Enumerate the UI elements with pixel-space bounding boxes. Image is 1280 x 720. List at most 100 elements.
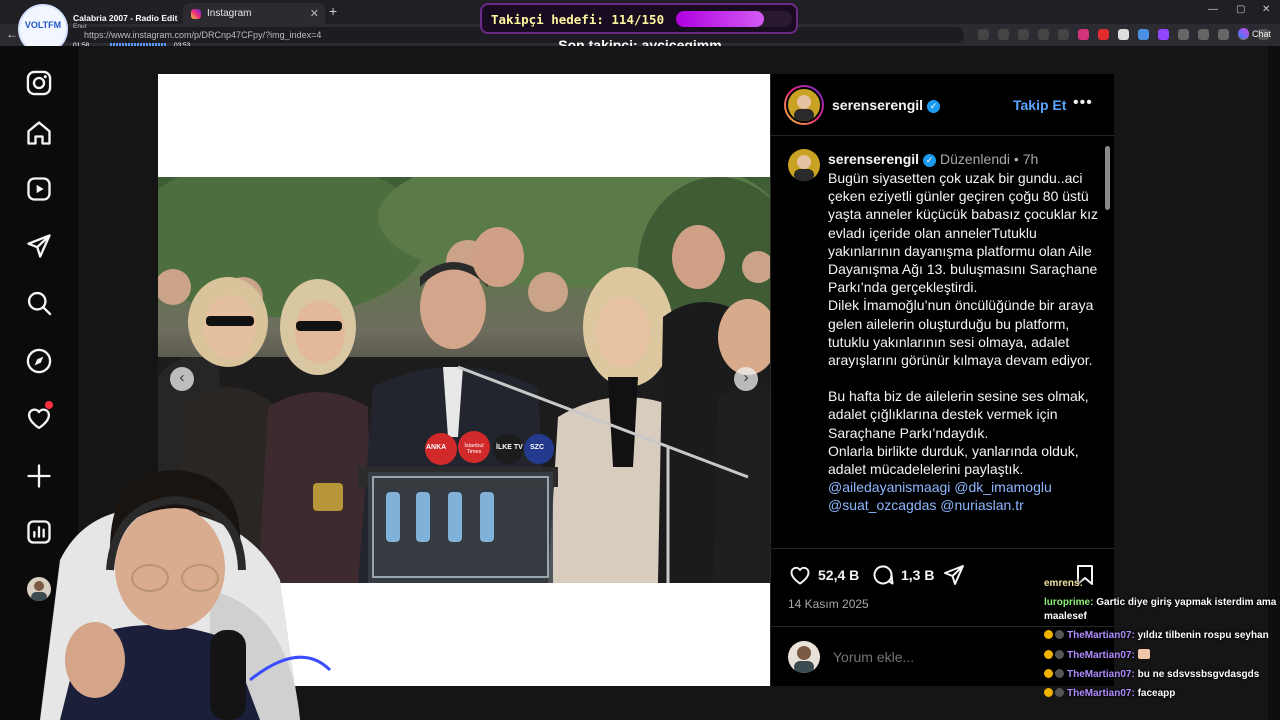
explore-compass-icon[interactable] <box>25 347 53 375</box>
caption-username[interactable]: serenserengil <box>828 151 919 167</box>
mic-label-ilke-tv: İLKE TV <box>496 444 523 451</box>
zoom-icon[interactable] <box>998 29 1009 40</box>
play-extension-icon[interactable] <box>1118 29 1129 40</box>
viewer-avatar <box>788 641 820 673</box>
reels-icon[interactable] <box>25 175 53 203</box>
comment-button[interactable]: 1,3 B <box>871 563 934 587</box>
caption-mentions[interactable]: @ailedayanismaagi @dk_imamoglu @suat_ozc… <box>828 478 1100 514</box>
chat-username: TheMartian07 <box>1067 688 1132 700</box>
song-artist: Enur <box>73 23 87 30</box>
recorder-extension-icon[interactable] <box>1098 29 1109 40</box>
caption-section: serenserengil ✓ Düzenlendi • 7h Bugün siy… <box>771 136 1114 546</box>
verified-badge-icon: ✓ <box>927 100 941 113</box>
tab-instagram[interactable]: Instagram ✕ <box>183 3 325 24</box>
minimize-icon[interactable]: — <box>1208 4 1218 15</box>
author-avatar[interactable] <box>784 85 824 125</box>
chat-username: TheMartian07 <box>1067 669 1132 681</box>
chat-colon: : <box>1079 578 1083 589</box>
notifications-button[interactable] <box>25 401 53 432</box>
home-icon[interactable] <box>25 119 53 147</box>
caption-paragraph-3: Bu hafta biz de ailelerin sesine ses olm… <box>828 388 1089 441</box>
close-tab-icon[interactable]: ✕ <box>310 7 319 20</box>
caption-author-avatar[interactable] <box>788 149 820 181</box>
bookmark-star-icon[interactable] <box>1038 29 1049 40</box>
post-date: 14 Kasım 2025 <box>788 597 869 611</box>
follow-button[interactable]: Takip Et <box>1013 97 1066 113</box>
caption-scroll-thumb[interactable] <box>1105 146 1110 210</box>
chat-message: TheMartian07: <box>1044 646 1280 665</box>
mic-label-szc: SZC <box>530 444 544 451</box>
caption-paragraph-1: Bugün siyasetten çok uzak bir gundu..aci… <box>828 170 1099 296</box>
streamer-webcam <box>0 440 352 720</box>
comment-count: 1,3 B <box>901 567 935 583</box>
post-header: serenserengil ✓ Takip Et ••• <box>771 74 1114 136</box>
refresh-icon[interactable] <box>1058 29 1069 40</box>
close-window-icon[interactable]: ✕ <box>1262 4 1270 15</box>
edited-label: Düzenlendi <box>939 151 1011 167</box>
extension-toolbar <box>978 29 1269 40</box>
chevron-right-icon: › <box>743 369 749 386</box>
chat-username: TheMartian07 <box>1067 649 1132 661</box>
shield-extension-icon[interactable] <box>1078 29 1089 40</box>
next-image-button[interactable]: › <box>734 367 758 391</box>
puzzle-extension-icon[interactable] <box>1178 29 1189 40</box>
stream-chat: emrens: luroprime: Gartic diye giriş yap… <box>1044 574 1280 720</box>
caption-spacer <box>828 369 1100 387</box>
follower-goal-label: Takipçi hedefi: 114/150 <box>491 12 665 27</box>
chat-colon: : <box>1131 688 1135 700</box>
more-options-icon[interactable]: ••• <box>1073 94 1093 112</box>
mic-label-istanbul-times: İstanbul Times <box>464 443 484 455</box>
subscriber-badge-icon <box>1044 669 1053 679</box>
mic-label-anka: ANKA <box>426 444 447 451</box>
chat-button-label: Chat <box>1252 28 1272 39</box>
chat-colon: : <box>1131 630 1135 642</box>
chat-message: TheMartian07: faceapp <box>1044 684 1280 703</box>
maximize-icon[interactable]: ▢ <box>1236 4 1245 15</box>
instagram-logo-icon[interactable] <box>25 69 53 97</box>
author-username[interactable]: serenserengil ✓ <box>832 97 941 113</box>
radio-logo-text: VOLTFM <box>24 20 62 30</box>
caption-verified-badge-icon: ✓ <box>923 154 937 167</box>
twitch-extension-icon[interactable] <box>1158 29 1169 40</box>
chat-badge-icon <box>1055 649 1064 659</box>
chat-badge-icon <box>1055 669 1064 679</box>
chat-message: emrens: <box>1044 574 1280 593</box>
comment-bubble-icon <box>873 565 894 585</box>
author-username-text: serenserengil <box>832 97 924 113</box>
song-title: Calabria 2007 - Radio Edit <box>73 13 178 23</box>
previous-image-button[interactable]: ‹ <box>170 367 194 391</box>
caption-text: Bugün siyasetten çok uzak bir gundu..aci… <box>828 169 1100 515</box>
messages-icon[interactable] <box>25 232 53 260</box>
follower-goal-fill <box>676 11 765 27</box>
new-tab-icon[interactable]: + <box>329 3 337 19</box>
collections-icon[interactable] <box>1218 29 1229 40</box>
caption-avatar-image-icon <box>794 155 814 181</box>
chat-colon: : <box>1131 669 1135 681</box>
chat-colon: : <box>1090 597 1094 609</box>
screen: { "browser": { "tabs": [ {"label": "Cala… <box>0 0 1280 720</box>
caption-paragraph-4: Onlarla birlikte durduk, yanlarında oldu… <box>828 442 1079 478</box>
sync-extension-icon[interactable] <box>1138 29 1149 40</box>
like-button[interactable]: 52,4 B <box>788 563 859 587</box>
chat-username: TheMartian07 <box>1067 630 1132 642</box>
chat-colon: : <box>1131 649 1135 661</box>
caption-scrollbar[interactable] <box>1104 140 1111 544</box>
chat-username: emrens <box>1044 578 1080 589</box>
viewer-avatar-image-icon <box>794 646 814 673</box>
chat-emote-icon <box>1137 648 1150 659</box>
translate-icon[interactable] <box>1018 29 1029 40</box>
subscriber-badge-icon <box>1044 649 1053 659</box>
instagram-favicon-icon <box>191 8 201 19</box>
webcam-video-feed <box>40 470 332 720</box>
subscriber-badge-icon <box>1044 688 1053 698</box>
chat-message: TheMartian07: yıldız tilbenin rospu seyh… <box>1044 626 1280 646</box>
favorites-icon[interactable] <box>1198 29 1209 40</box>
chevron-left-icon: ‹ <box>179 369 185 386</box>
chat-badge-icon <box>1055 630 1064 640</box>
share-icon[interactable] <box>942 563 966 587</box>
tab-label: Instagram <box>207 8 252 19</box>
search-icon[interactable] <box>25 289 53 317</box>
copilot-chat-button[interactable]: Chat <box>1238 28 1271 39</box>
subscriber-badge-icon <box>1044 630 1053 640</box>
apps-icon[interactable] <box>978 29 989 40</box>
